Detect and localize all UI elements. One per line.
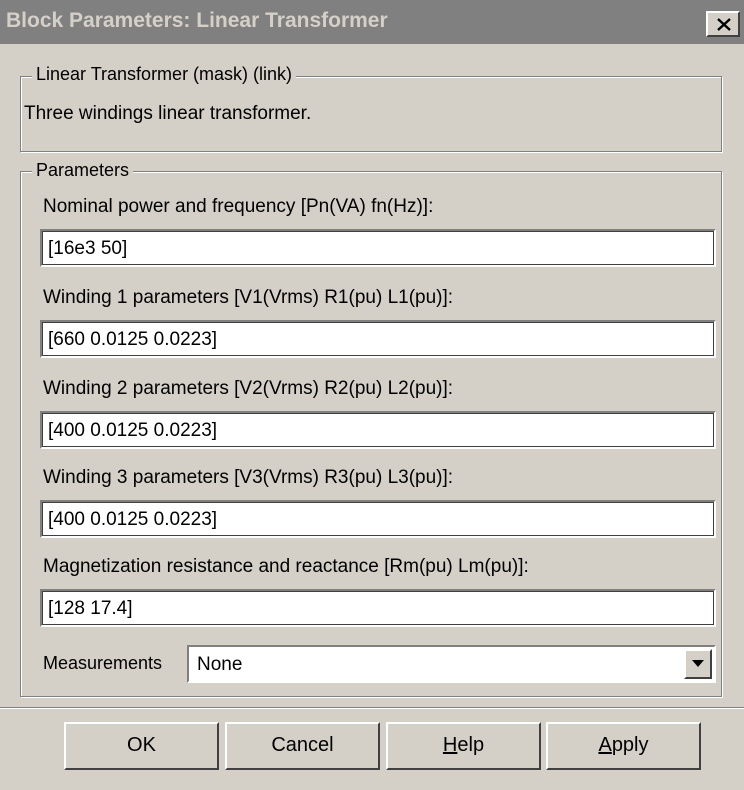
winding3-value: [400 0.0125 0.0223] xyxy=(48,509,218,530)
button-separator xyxy=(0,707,744,709)
apply-button-mnemonic: A xyxy=(598,734,612,756)
measurements-label: Measurements xyxy=(43,653,163,673)
close-button[interactable] xyxy=(706,11,740,37)
nominal-power-input[interactable]: [16e3 50] xyxy=(40,229,716,267)
winding3-input[interactable]: [400 0.0125 0.0223] xyxy=(40,500,716,538)
nominal-power-label: Nominal power and frequency [Pn(VA) fn(H… xyxy=(43,196,434,217)
apply-button[interactable]: Apply xyxy=(546,722,701,770)
parameters-group-legend: Parameters xyxy=(32,160,134,180)
description-group-legend: Linear Transformer (mask) (link) xyxy=(32,64,297,84)
cancel-button[interactable]: Cancel xyxy=(225,722,380,770)
measurements-dropdown-button[interactable] xyxy=(684,649,712,679)
ok-button[interactable]: OK xyxy=(64,722,219,770)
window-title: Block Parameters: Linear Transformer xyxy=(6,9,388,32)
help-button-mnemonic: H xyxy=(442,734,458,756)
winding1-input[interactable]: [660 0.0125 0.0223] xyxy=(40,320,716,358)
chevron-down-icon xyxy=(692,660,704,667)
nominal-power-value: [16e3 50] xyxy=(48,238,128,259)
close-icon xyxy=(717,18,731,31)
magnetization-input[interactable]: [128 17.4] xyxy=(40,589,716,627)
winding1-value: [660 0.0125 0.0223] xyxy=(48,329,218,350)
cancel-button-label: Cancel xyxy=(271,734,334,756)
ok-button-label: OK xyxy=(127,734,156,756)
help-button[interactable]: Help xyxy=(386,722,541,770)
title-bar[interactable]: Block Parameters: Linear Transformer xyxy=(0,0,744,44)
apply-button-label: pply xyxy=(611,734,649,756)
magnetization-label: Magnetization resistance and reactance [… xyxy=(43,556,529,577)
measurements-select[interactable]: None xyxy=(187,645,716,683)
winding2-label: Winding 2 parameters [V2(Vrms) R2(pu) L2… xyxy=(43,378,454,399)
description-text: Three windings linear transformer. xyxy=(24,103,312,124)
magnetization-value: [128 17.4] xyxy=(48,598,133,619)
winding2-value: [400 0.0125 0.0223] xyxy=(48,420,218,441)
help-button-label: elp xyxy=(457,734,485,756)
measurements-selected-value: None xyxy=(197,654,243,675)
winding1-label: Winding 1 parameters [V1(Vrms) R1(pu) L1… xyxy=(43,287,454,308)
winding3-label: Winding 3 parameters [V3(Vrms) R3(pu) L3… xyxy=(43,467,454,488)
dialog-window: Block Parameters: Linear Transformer Lin… xyxy=(0,0,744,790)
winding2-input[interactable]: [400 0.0125 0.0223] xyxy=(40,411,716,449)
